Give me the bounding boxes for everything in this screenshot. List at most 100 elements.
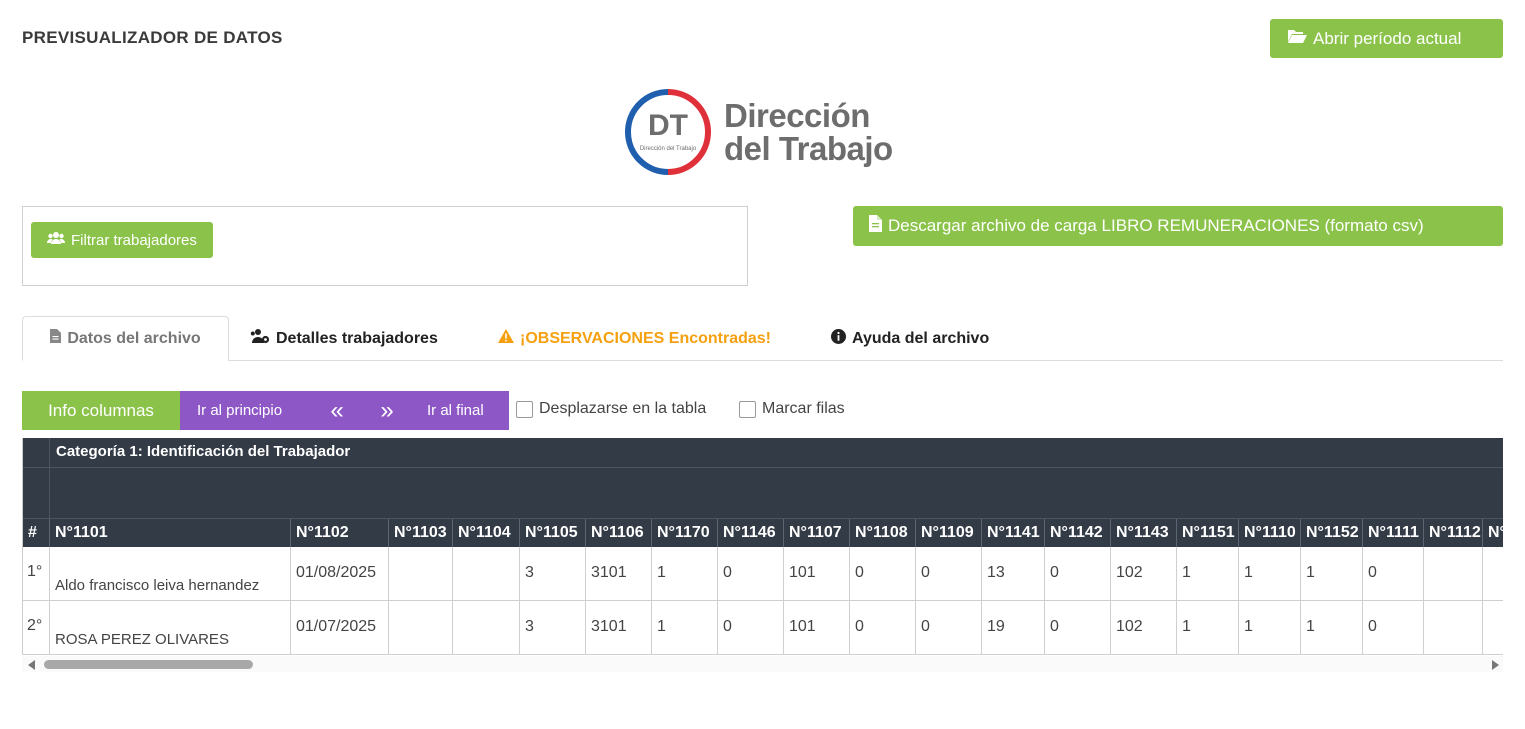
table-cell: 0 <box>850 547 916 601</box>
column-header[interactable]: N°1146 <box>718 519 784 548</box>
table-cell: 0 <box>1045 601 1111 655</box>
subheader-row <box>23 467 1503 518</box>
logo-text: Dirección del Trabajo <box>724 99 893 165</box>
table-cell: 1 <box>1177 601 1239 655</box>
column-header[interactable]: N°1152 <box>1301 519 1363 548</box>
filter-workers-label: Filtrar trabajadores <box>71 231 197 249</box>
table-cell: 101 <box>784 601 850 655</box>
column-header[interactable]: N°1111 <box>1363 519 1424 548</box>
column-header[interactable]: N°1112 <box>1424 519 1483 548</box>
tab-worker-details[interactable]: Detalles trabajadores <box>250 316 438 361</box>
dt-logo-mark: DT Dirección del Trabajo <box>624 88 712 176</box>
download-csv-button[interactable]: Descargar archivo de carga LIBRO REMUNER… <box>853 206 1503 246</box>
table-cell: 1 <box>1301 547 1363 601</box>
column-header[interactable]: N°1143 <box>1111 519 1177 548</box>
column-header[interactable]: N°1141 <box>982 519 1045 548</box>
scroll-table-checkbox[interactable] <box>516 400 533 418</box>
next-page-button[interactable]: » <box>362 391 412 430</box>
cell-value: 01/07/2025 <box>296 618 377 635</box>
horizontal-scrollbar[interactable] <box>22 656 1503 672</box>
table-cell: 3101 <box>586 547 652 601</box>
go-first-button[interactable]: Ir al principio <box>180 391 312 430</box>
table-cell: 1 <box>1301 601 1363 655</box>
tab-worker-details-label: Detalles trabajadores <box>276 329 438 347</box>
mark-rows-option[interactable]: Marcar filas <box>739 400 845 418</box>
table-row[interactable]: 2° ROSA PEREZ OLIVARES 01/07/2025 3 3101 1 0 10… <box>23 601 1503 655</box>
column-header[interactable]: N°1170 <box>652 519 718 548</box>
column-header[interactable]: N°1107 <box>784 519 850 548</box>
cell-value: 0 <box>921 618 930 635</box>
cell-value: 3101 <box>591 564 627 581</box>
table-cell <box>1483 601 1503 655</box>
cell-value: 0 <box>921 564 930 581</box>
table-cell: 01/07/2025 <box>291 601 389 655</box>
download-csv-label: Descargar archivo de carga LIBRO REMUNER… <box>888 216 1424 235</box>
column-header[interactable]: N°1106 <box>586 519 652 548</box>
cell-value: 3101 <box>591 618 627 635</box>
column-header[interactable]: N°1151 <box>1177 519 1239 548</box>
filter-workers-button[interactable]: Filtrar trabajadores <box>31 222 213 258</box>
table-cell: 19 <box>982 601 1045 655</box>
table-cell <box>1483 547 1503 601</box>
tab-file-help-label: Ayuda del archivo <box>852 329 990 347</box>
tab-observations[interactable]: ¡OBSERVACIONES Encontradas! <box>498 316 771 361</box>
cell-value: 0 <box>855 618 864 635</box>
scroll-table-option[interactable]: Desplazarse en la tabla <box>516 400 706 418</box>
cell-value: 1 <box>1244 564 1253 581</box>
tab-file-help[interactable]: Ayuda del archivo <box>831 316 989 361</box>
table-cell <box>389 547 453 601</box>
scroll-left-arrow-icon[interactable] <box>28 660 35 670</box>
cell-value: 0 <box>1368 618 1377 635</box>
mark-rows-checkbox[interactable] <box>739 400 756 418</box>
column-header[interactable]: N°1102 <box>291 519 389 548</box>
cell-value: Aldo francisco leiva hernandez <box>55 577 260 594</box>
column-header[interactable]: N°1 <box>1483 519 1503 548</box>
table-cell: 1 <box>652 601 718 655</box>
table-toolbar: Info columnas Ir al principio « » Ir al … <box>22 391 509 430</box>
column-header[interactable]: N°1103 <box>389 519 453 548</box>
column-header[interactable]: N°1110 <box>1239 519 1301 548</box>
previous-page-button[interactable]: « <box>312 391 362 430</box>
table-row[interactable]: 1° Aldo francisco leiva hernandez 01/08/20… <box>23 547 1503 601</box>
cell-value: 102 <box>1116 564 1143 581</box>
tab-file-data[interactable]: Datos del archivo <box>22 316 229 361</box>
cell-value: 01/08/2025 <box>296 564 377 581</box>
folder-open-icon <box>1287 28 1307 49</box>
column-header[interactable]: N°1105 <box>520 519 586 548</box>
users-icon <box>47 231 65 249</box>
scrollbar-thumb[interactable] <box>44 660 253 669</box>
info-icon <box>831 328 846 349</box>
table-cell <box>389 601 453 655</box>
go-last-button[interactable]: Ir al final <box>412 391 509 430</box>
table-cell: 3101 <box>586 601 652 655</box>
table-cell: 0 <box>1363 601 1424 655</box>
cell-value: 1 <box>1244 618 1253 635</box>
table-cell: 1 <box>1239 601 1301 655</box>
open-current-period-button[interactable]: Abrir período actual <box>1270 19 1503 58</box>
data-table: Categoría 1: Identificación del Trabajad… <box>22 438 1503 655</box>
cell-value: 101 <box>789 618 816 635</box>
logo-line-1: Dirección <box>724 97 870 134</box>
table-cell: 1 <box>1239 547 1301 601</box>
table-cell: Aldo francisco leiva hernandez <box>50 547 291 601</box>
column-header[interactable]: N°1104 <box>453 519 520 548</box>
cell-value: 101 <box>789 564 816 581</box>
cell-value: 3 <box>525 618 534 635</box>
row-number-cell: 2° <box>23 601 50 655</box>
column-header[interactable]: N°1108 <box>850 519 916 548</box>
file-icon <box>50 329 62 348</box>
column-header[interactable]: N°1101 <box>50 519 291 548</box>
scroll-table-label: Desplazarse en la tabla <box>539 400 707 417</box>
mark-rows-label: Marcar filas <box>762 400 845 417</box>
users-gear-icon <box>250 328 270 349</box>
column-header[interactable]: N°1109 <box>916 519 982 548</box>
page-title: PREVISUALIZADOR DE DATOS <box>22 28 283 47</box>
column-header[interactable]: N°1142 <box>1045 519 1111 548</box>
cell-value: 3 <box>525 564 534 581</box>
cell-value: 0 <box>1368 564 1377 581</box>
scroll-right-arrow-icon[interactable] <box>1492 660 1499 670</box>
category-header-row: Categoría 1: Identificación del Trabajad… <box>23 438 1503 467</box>
column-info-button[interactable]: Info columnas <box>22 391 180 430</box>
table-cell: 0 <box>850 601 916 655</box>
tab-bar: Datos del archivo Detalles trabajadores … <box>22 316 1503 361</box>
